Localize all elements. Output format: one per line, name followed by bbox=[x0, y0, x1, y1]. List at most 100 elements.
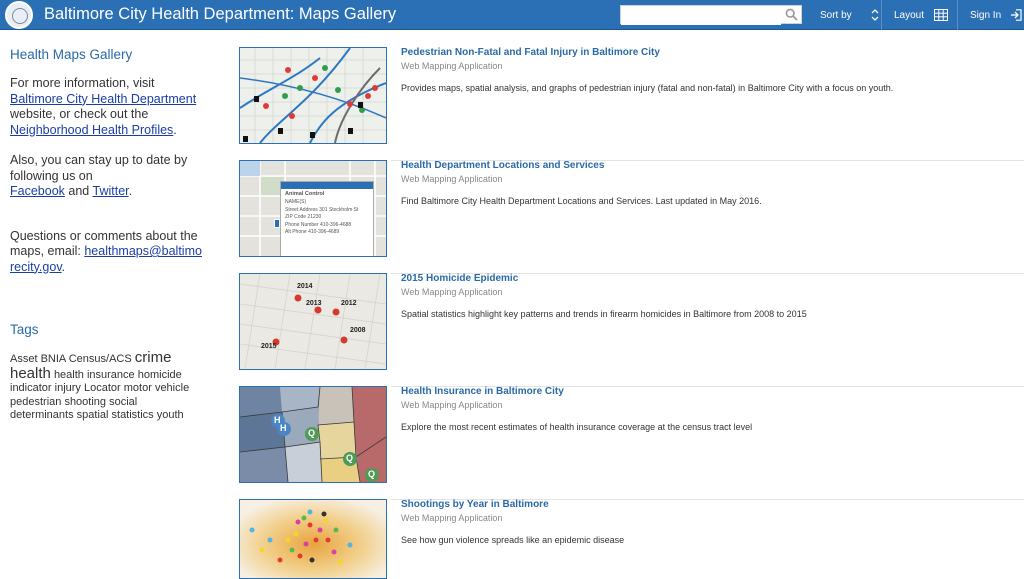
tag-link[interactable]: homicide bbox=[138, 369, 182, 381]
year-label: 2014 bbox=[297, 283, 313, 290]
popup-phone-label: Phone Number bbox=[285, 221, 319, 228]
year-label: 2012 bbox=[341, 300, 357, 307]
item-type: Web Mapping Application bbox=[401, 174, 503, 184]
item-type: Web Mapping Application bbox=[401, 287, 503, 297]
sidebar-heading: Health Maps Gallery bbox=[10, 47, 133, 62]
tag-link[interactable]: spatial statistics bbox=[77, 409, 154, 421]
tag-link[interactable]: Census/ACS bbox=[69, 353, 132, 365]
layout-button[interactable]: Layout bbox=[894, 0, 949, 30]
health-department-link[interactable]: Baltimore City Health Department bbox=[10, 92, 196, 106]
year-label: 2008 bbox=[350, 327, 366, 334]
neighborhood-profiles-link[interactable]: Neighborhood Health Profiles bbox=[10, 123, 173, 137]
clinic-marker-label: Q bbox=[346, 453, 354, 463]
popup-street-value: 301 Stockholm St bbox=[319, 206, 359, 213]
tag-link[interactable]: shooting bbox=[64, 396, 106, 408]
tag-cloud: Asset BNIA Census/ACS crime health healt… bbox=[10, 349, 202, 423]
sidebar: Health Maps Gallery For more information… bbox=[10, 47, 202, 423]
item-title-link[interactable]: 2015 Homicide Epidemic bbox=[401, 273, 518, 284]
facebook-link[interactable]: Facebook bbox=[10, 184, 65, 198]
contact-paragraph: Questions or comments about the maps, em… bbox=[10, 229, 202, 276]
toolbar-divider bbox=[957, 0, 958, 30]
pedestrian-injury-map bbox=[240, 48, 386, 143]
tag-link[interactable]: social bbox=[109, 396, 137, 408]
item-title-link[interactable]: Shootings by Year in Baltimore bbox=[401, 499, 549, 510]
top-bar: Baltimore City Health Department: Maps G… bbox=[0, 0, 1024, 30]
social-paragraph: Also, you can stay up to date by followi… bbox=[10, 153, 202, 200]
tag-link[interactable]: determinants bbox=[10, 409, 74, 421]
tag-link[interactable]: indicator bbox=[10, 382, 52, 394]
sort-by-label: Sort by bbox=[820, 9, 852, 21]
popup-street-label: Street Address bbox=[285, 206, 318, 213]
tag-link[interactable]: health insurance bbox=[54, 369, 135, 381]
year-label: 2015 bbox=[261, 343, 277, 350]
app-title: Baltimore City Health Department: Maps G… bbox=[44, 5, 397, 23]
year-label: 2013 bbox=[306, 300, 322, 307]
tag-link[interactable]: youth bbox=[157, 409, 184, 421]
map-thumbnail[interactable]: H H Q Q Q bbox=[239, 386, 387, 483]
gallery-item: Animal Control NAME(S) Street Address 30… bbox=[239, 160, 1024, 274]
tag-link[interactable]: Asset bbox=[10, 353, 38, 365]
info-paragraph: For more information, visit Baltimore Ci… bbox=[10, 76, 202, 138]
tag-link[interactable]: BNIA bbox=[41, 353, 66, 365]
item-type: Web Mapping Application bbox=[401, 513, 503, 523]
gallery-item: Shootings by Year in Baltimore Web Mappi… bbox=[239, 499, 1024, 579]
popup-zip-label: ZIP Code bbox=[285, 214, 307, 220]
sort-by-button[interactable]: Sort by bbox=[820, 0, 880, 30]
popup-name-label: NAME(S) bbox=[285, 199, 307, 205]
sign-in-icon bbox=[1011, 9, 1022, 21]
tag-link[interactable]: pedestrian bbox=[10, 396, 61, 408]
item-title-link[interactable]: Health Department Locations and Services bbox=[401, 160, 604, 171]
popup-alt-phone-label: Alt Phone bbox=[285, 229, 307, 235]
toolbar-divider bbox=[881, 0, 882, 30]
item-description: Find Baltimore City Health Department Lo… bbox=[401, 196, 762, 206]
map-thumbnail[interactable] bbox=[239, 499, 387, 579]
social-text: Also, you can stay up to date by followi… bbox=[10, 153, 188, 183]
homicide-map bbox=[240, 274, 386, 369]
item-title-link[interactable]: Pedestrian Non-Fatal and Fatal Injury in… bbox=[401, 47, 660, 58]
contact-text: . bbox=[61, 259, 66, 274]
social-text: and bbox=[68, 184, 90, 198]
gallery-item: Pedestrian Non-Fatal and Fatal Injury in… bbox=[239, 47, 1024, 161]
layout-label: Layout bbox=[894, 9, 925, 21]
shootings-map bbox=[240, 500, 386, 578]
gallery-item: 2014 2013 2012 2008 2015 2015 Homicide E… bbox=[239, 273, 1024, 387]
item-type: Web Mapping Application bbox=[401, 400, 503, 410]
sign-in-label: Sign In bbox=[970, 9, 1002, 21]
popup-title: Animal Control bbox=[285, 191, 325, 197]
social-text: . bbox=[128, 184, 133, 198]
search-box[interactable] bbox=[620, 5, 802, 25]
sign-in-button[interactable]: Sign In bbox=[970, 0, 1022, 30]
clinic-marker-label: Q bbox=[308, 428, 316, 438]
city-seal-logo bbox=[5, 1, 33, 29]
map-thumbnail[interactable]: Animal Control NAME(S) Street Address 30… bbox=[239, 160, 387, 257]
tag-link[interactable]: injury bbox=[55, 382, 81, 394]
tag-link[interactable]: crime bbox=[135, 349, 172, 366]
popup-zip-value: 21230 bbox=[307, 214, 322, 220]
search-icon[interactable] bbox=[785, 8, 798, 21]
grid-icon bbox=[934, 9, 949, 21]
info-text: For more information, visit bbox=[10, 76, 155, 90]
info-text: website, or check out the bbox=[10, 107, 149, 121]
popup-alt-phone-value: 410-396-4689 bbox=[308, 229, 340, 235]
sort-arrows-icon bbox=[871, 9, 879, 21]
info-text: . bbox=[173, 122, 177, 137]
twitter-link[interactable]: Twitter bbox=[93, 184, 129, 198]
popup-phone-value: 410-396-4688 bbox=[320, 221, 352, 228]
tag-link[interactable]: motor vehicle bbox=[124, 382, 189, 394]
map-thumbnail[interactable] bbox=[239, 47, 387, 144]
item-description: See how gun violence spreads like an epi… bbox=[401, 535, 625, 545]
tag-link[interactable]: Locator bbox=[84, 382, 121, 394]
item-description: Provides maps, spatial analysis, and gra… bbox=[401, 83, 894, 93]
clinic-marker-label: Q bbox=[368, 469, 376, 479]
item-type: Web Mapping Application bbox=[401, 61, 503, 71]
item-description: Explore the most recent estimates of hea… bbox=[401, 422, 753, 432]
map-thumbnail[interactable]: 2014 2013 2012 2008 2015 bbox=[239, 273, 387, 370]
location-marker-icon bbox=[274, 219, 280, 228]
info-popup: Animal Control NAME(S) Street Address 30… bbox=[280, 181, 374, 256]
tag-link[interactable]: health bbox=[10, 365, 51, 382]
search-input[interactable] bbox=[621, 7, 781, 25]
tags-heading: Tags bbox=[10, 322, 39, 337]
item-title-link[interactable]: Health Insurance in Baltimore City bbox=[401, 386, 564, 397]
hospital-marker-label: H bbox=[280, 423, 287, 433]
gallery-item: H H Q Q Q Health Insurance in Baltimore … bbox=[239, 386, 1024, 500]
